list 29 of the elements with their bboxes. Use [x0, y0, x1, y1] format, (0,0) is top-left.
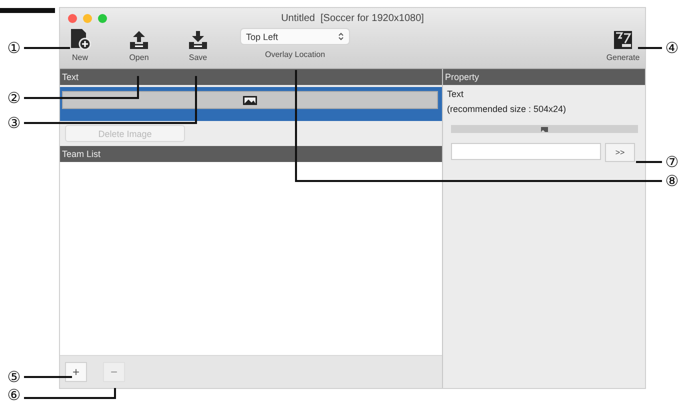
callout-number: ⑥ [5, 387, 23, 403]
overlay-location-dropdown[interactable]: Top Left [241, 29, 349, 44]
new-button[interactable]: New [60, 28, 100, 62]
generate-icon [613, 30, 633, 50]
new-document-icon [69, 28, 91, 50]
add-button[interactable]: + [65, 362, 87, 382]
input-field[interactable] [451, 143, 601, 160]
image-icon [541, 126, 548, 132]
image-icon [243, 96, 257, 104]
overlay-location-label: Overlay Location [264, 50, 326, 59]
header-bar [0, 8, 55, 13]
generate-button[interactable]: Generate [603, 28, 643, 62]
leader-line [24, 376, 72, 378]
save-button[interactable]: Save [178, 28, 218, 62]
image-row[interactable] [60, 87, 442, 121]
property-title: Text [446, 88, 465, 99]
section-header: Text [62, 72, 79, 82]
image-strip[interactable] [451, 125, 638, 133]
section-header: Team List [62, 149, 101, 159]
window-title: Untitled [Soccer for 1920x1080] [281, 12, 424, 24]
leader-line [24, 47, 70, 49]
section-header: Property [445, 72, 480, 82]
upload-icon [128, 30, 150, 50]
stepper-icon [338, 32, 344, 41]
apply-button[interactable]: >> [605, 143, 635, 162]
leader-line [638, 47, 662, 49]
size-hint: (recommended size : 504x24) [446, 103, 568, 114]
open-button[interactable]: Open [119, 28, 159, 62]
download-icon [187, 30, 209, 50]
